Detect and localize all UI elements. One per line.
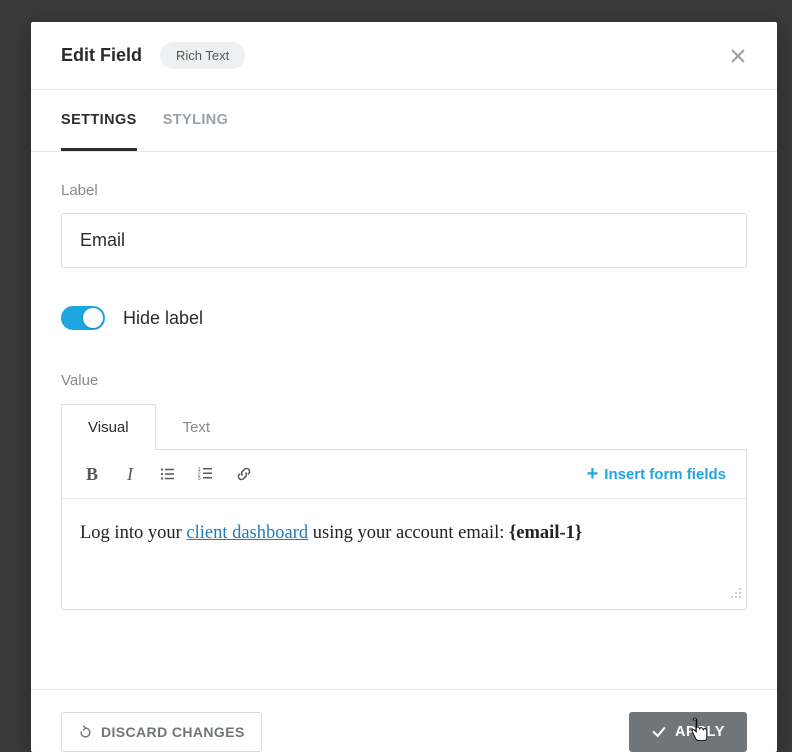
resize-grip-icon[interactable] xyxy=(730,584,742,605)
italic-button[interactable]: I xyxy=(114,458,146,490)
edit-field-modal: Edit Field Rich Text SETTINGS STYLING La… xyxy=(31,22,777,752)
apply-button[interactable]: APPLY xyxy=(629,712,747,752)
bold-button[interactable]: B xyxy=(76,458,108,490)
editor-content[interactable]: Log into your client dashboard using you… xyxy=(62,499,746,609)
discard-button[interactable]: DISCARD CHANGES xyxy=(61,712,262,752)
plus-icon: + xyxy=(587,464,599,484)
svg-text:3: 3 xyxy=(198,476,201,482)
ordered-list-button[interactable]: 123 xyxy=(190,458,222,490)
hide-label-text: Hide label xyxy=(123,308,203,329)
close-icon[interactable] xyxy=(729,47,747,65)
label-input[interactable] xyxy=(61,213,747,268)
check-icon xyxy=(651,724,667,740)
editor-toolbar: B I 123 + Insert form fie xyxy=(62,450,746,499)
content-pre: Log into your xyxy=(80,523,186,543)
insert-form-fields-button[interactable]: + Insert form fields xyxy=(587,464,732,484)
settings-panel: Label Hide label Value Visual Text B I xyxy=(31,152,777,689)
settings-tabs: SETTINGS STYLING xyxy=(31,89,777,152)
content-mid: using your account email: xyxy=(308,523,509,543)
modal-title: Edit Field xyxy=(61,45,142,66)
modal-header: Edit Field Rich Text xyxy=(31,22,777,89)
hide-label-toggle[interactable] xyxy=(61,306,105,330)
insert-fields-label: Insert form fields xyxy=(604,466,726,483)
toggle-knob xyxy=(83,308,103,328)
editor-mode-tabs: Visual Text xyxy=(61,403,747,449)
content-token: {email-1} xyxy=(509,523,582,543)
discard-label: DISCARD CHANGES xyxy=(101,724,245,740)
apply-label: APPLY xyxy=(675,724,725,740)
content-link[interactable]: client dashboard xyxy=(186,523,308,543)
value-heading: Value xyxy=(61,372,747,389)
editor-tab-text[interactable]: Text xyxy=(156,404,238,450)
link-button[interactable] xyxy=(228,458,260,490)
tab-styling[interactable]: STYLING xyxy=(163,90,229,151)
label-heading: Label xyxy=(61,182,747,199)
unordered-list-button[interactable] xyxy=(152,458,184,490)
undo-icon xyxy=(78,725,93,740)
tab-settings[interactable]: SETTINGS xyxy=(61,90,137,151)
editor-tab-visual[interactable]: Visual xyxy=(61,404,156,450)
rich-text-editor: B I 123 + Insert form fie xyxy=(61,449,747,610)
field-type-chip: Rich Text xyxy=(160,42,245,69)
modal-footer: DISCARD CHANGES APPLY xyxy=(31,689,777,752)
